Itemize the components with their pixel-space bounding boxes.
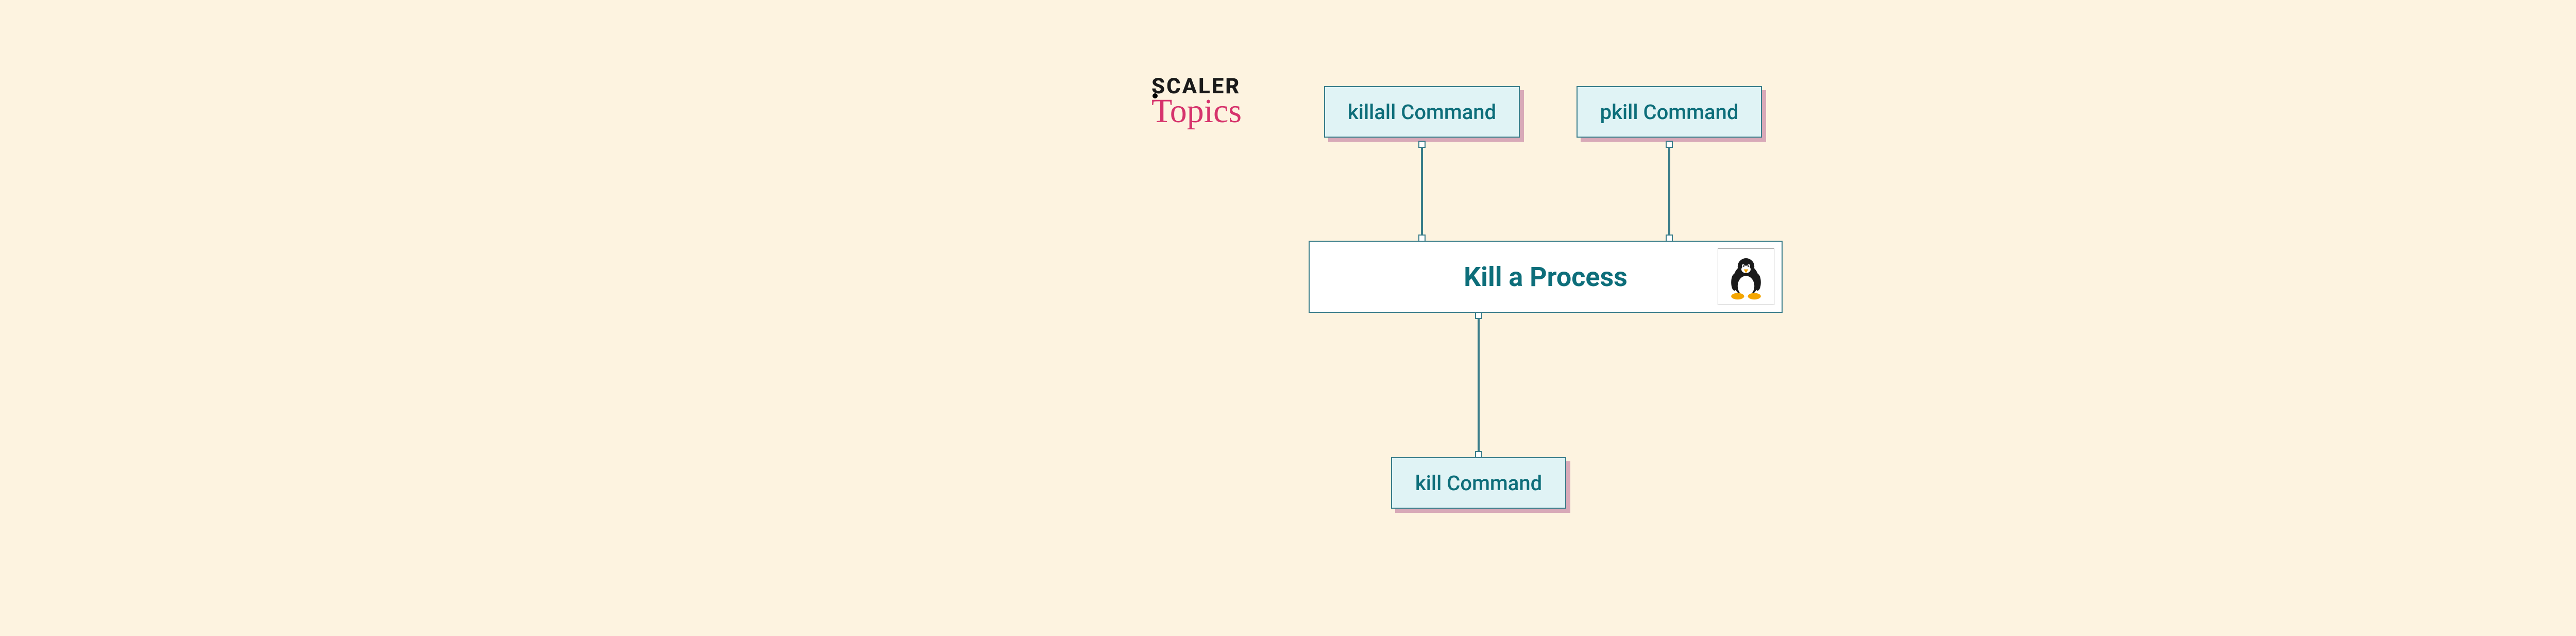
node-label: kill Command [1415,471,1542,495]
node-kill-command: kill Command [1391,457,1566,509]
tux-penguin-icon [1718,248,1774,305]
logo-line-2: Topics [1151,94,1242,128]
connector-joint [1666,141,1673,148]
penguin-svg [1723,254,1769,300]
node-pkill-command: pkill Command [1577,86,1762,138]
connector-line [1668,142,1670,204]
connector-joint [1475,312,1482,319]
node-kill-a-process: Kill a Process [1309,241,1783,313]
connector-joint [1418,141,1426,148]
connector-joint [1418,235,1426,242]
diagram-canvas: SCALER Topics killall Command pkill Comm… [927,35,2164,601]
node-label: killall Command [1348,100,1496,124]
node-killall-command: killall Command [1324,86,1520,138]
scaler-topics-logo: SCALER Topics [1151,76,1242,128]
connector-joint [1666,235,1673,242]
connector-joint [1475,451,1482,458]
node-label: pkill Command [1600,100,1739,124]
connector-line [1421,142,1423,204]
node-label: Kill a Process [1464,261,1628,293]
connector-line [1478,313,1480,457]
